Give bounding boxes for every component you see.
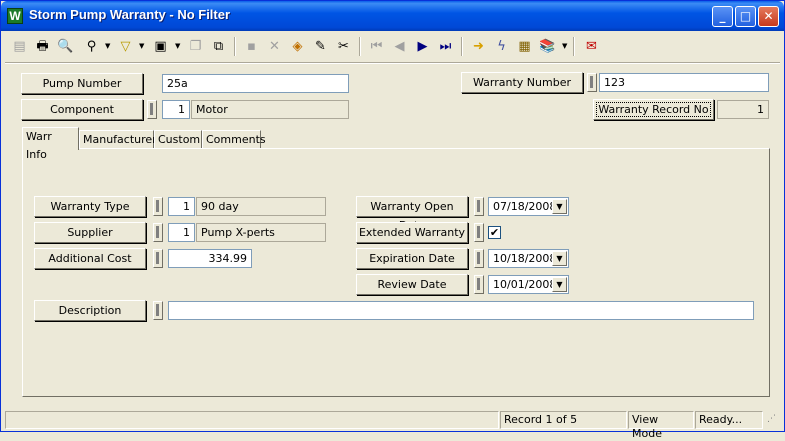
review-date-value: 10/01/2008	[493, 278, 557, 291]
review-date-lock-icon[interactable]	[474, 275, 484, 294]
warr-info-panel	[22, 148, 770, 397]
expiration-date-field[interactable]: 10/18/2008 ▼	[488, 249, 569, 268]
cut-icon[interactable]: ✂	[333, 36, 354, 57]
warranty-type-name-field: 90 day	[196, 197, 326, 216]
filter-icon[interactable]: ▽	[115, 36, 136, 57]
ready-status: Ready...	[695, 411, 763, 429]
chevron-down-icon[interactable]: ▼	[552, 199, 567, 214]
component-name-field: Motor	[191, 100, 349, 119]
expiration-date-value: 10/18/2008	[493, 252, 557, 265]
tab-warr-info[interactable]: Warr Info	[22, 127, 79, 161]
toolbar-separator	[573, 37, 575, 56]
filter-dropdown-icon[interactable]: ▼	[139, 42, 144, 50]
warranty-number-button[interactable]: Warranty Number	[461, 72, 583, 93]
chevron-down-icon[interactable]: ▼	[552, 251, 567, 266]
open-date-value: 07/18/2008	[493, 200, 557, 213]
binoculars-icon[interactable]: ⚲	[81, 36, 102, 57]
toolbar: ▤ 🖶 🔍 ⚲ ▼ ▽ ▼ ▣ ▼ ❐ ⧉ ▪ ✕ ◈ ✎ ✂ ⏮ ◀ ▶ ⏭ …	[5, 34, 780, 60]
app-icon: W	[7, 8, 23, 24]
pump-number-button[interactable]: Pump Number	[21, 73, 143, 94]
additional-cost-field[interactable]: 334.99	[168, 249, 252, 268]
description-button[interactable]: Description	[34, 300, 146, 321]
tab-comments[interactable]: Comments	[202, 130, 266, 150]
warranty-number-field[interactable]: 123	[599, 73, 769, 92]
supplier-lock-icon[interactable]	[153, 223, 163, 242]
clone-icon[interactable]: ⧉	[208, 36, 229, 57]
warranty-open-date-button[interactable]: Warranty Open Date	[356, 196, 468, 232]
delete-icon[interactable]: ✕	[264, 36, 285, 57]
extended-warranty-button[interactable]: Extended Warranty	[356, 222, 468, 243]
toolbar-separator	[359, 37, 361, 56]
review-date-button[interactable]: Review Date	[356, 274, 468, 295]
arrow-icon[interactable]: ➜	[468, 36, 489, 57]
component-lock-icon[interactable]	[147, 100, 157, 119]
toolbar-divider	[5, 62, 780, 64]
tab-custom[interactable]: Custom	[154, 130, 202, 150]
pump-number-field[interactable]: 25a	[162, 74, 349, 93]
open-date-lock-icon[interactable]	[474, 197, 484, 216]
edit-icon[interactable]: ✎	[310, 36, 331, 57]
supplier-button[interactable]: Supplier	[34, 222, 146, 243]
warranty-record-no-button[interactable]: Warranty Record No	[593, 99, 714, 120]
first-record-icon[interactable]: ⏮	[366, 36, 387, 57]
lightning-icon[interactable]: ϟ	[491, 36, 512, 57]
warranty-number-lock-icon[interactable]	[587, 73, 597, 92]
books-dropdown-icon[interactable]: ▼	[562, 42, 567, 50]
mode-status: View Mode	[628, 411, 694, 440]
minimize-button[interactable]: _	[712, 6, 733, 27]
view-icon[interactable]: ▣	[150, 36, 171, 57]
warranty-type-button[interactable]: Warranty Type	[34, 196, 146, 217]
find-dropdown-icon[interactable]: ▼	[105, 42, 110, 50]
print-preview-icon[interactable]: 🔍	[55, 36, 76, 57]
attach-icon[interactable]: ◈	[287, 36, 308, 57]
description-field[interactable]	[168, 301, 754, 320]
chevron-down-icon[interactable]: ▼	[552, 277, 567, 292]
toolbar-separator	[234, 37, 236, 56]
supplier-code-field[interactable]: 1	[168, 223, 195, 242]
additional-cost-button[interactable]: Additional Cost	[34, 248, 146, 269]
save-icon[interactable]: ▪	[241, 36, 262, 57]
print-icon[interactable]: 🖶	[32, 36, 53, 57]
previous-record-icon[interactable]: ◀	[389, 36, 410, 57]
next-record-icon[interactable]: ▶	[412, 36, 433, 57]
resize-grip-icon[interactable]: ⋰	[764, 411, 782, 429]
tab-manufacturer[interactable]: Manufacturer	[79, 130, 157, 150]
expiration-date-lock-icon[interactable]	[474, 249, 484, 268]
title-bar[interactable]: W Storm Pump Warranty - No Filter _ □ ✕	[1, 1, 784, 31]
warranty-record-no-field: 1	[717, 100, 769, 119]
window-title: Storm Pump Warranty - No Filter	[29, 7, 231, 22]
supplier-name-field: Pump X-perts	[196, 223, 326, 242]
record-status: Record 1 of 5	[500, 411, 627, 429]
expiration-date-button[interactable]: Expiration Date	[356, 248, 468, 269]
storm-pump-warranty-window: W Storm Pump Warranty - No Filter _ □ ✕ …	[0, 0, 785, 440]
books-icon[interactable]: 📚	[537, 36, 558, 57]
extended-warranty-checkbox[interactable]: ✔	[488, 226, 501, 239]
new-icon[interactable]: ▤	[9, 36, 30, 57]
report-icon[interactable]: ▦	[514, 36, 535, 57]
toolbar-separator	[461, 37, 463, 56]
warranty-type-lock-icon[interactable]	[153, 197, 163, 216]
mail-icon[interactable]: ✉	[581, 36, 602, 57]
copy-record-icon[interactable]: ❐	[185, 36, 206, 57]
component-button[interactable]: Component	[21, 99, 143, 120]
additional-cost-lock-icon[interactable]	[153, 249, 163, 268]
maximize-button[interactable]: □	[735, 6, 756, 27]
warranty-open-date-field[interactable]: 07/18/2008 ▼	[488, 197, 569, 216]
last-record-icon[interactable]: ⏭	[435, 36, 456, 57]
review-date-field[interactable]: 10/01/2008 ▼	[488, 275, 569, 294]
component-code-field[interactable]: 1	[162, 100, 190, 119]
status-cell-empty	[5, 411, 499, 429]
description-lock-icon[interactable]	[153, 301, 163, 320]
close-button[interactable]: ✕	[758, 6, 779, 27]
warranty-type-code-field[interactable]: 1	[168, 197, 195, 216]
extended-warranty-lock-icon[interactable]	[474, 223, 484, 242]
view-dropdown-icon[interactable]: ▼	[175, 42, 180, 50]
